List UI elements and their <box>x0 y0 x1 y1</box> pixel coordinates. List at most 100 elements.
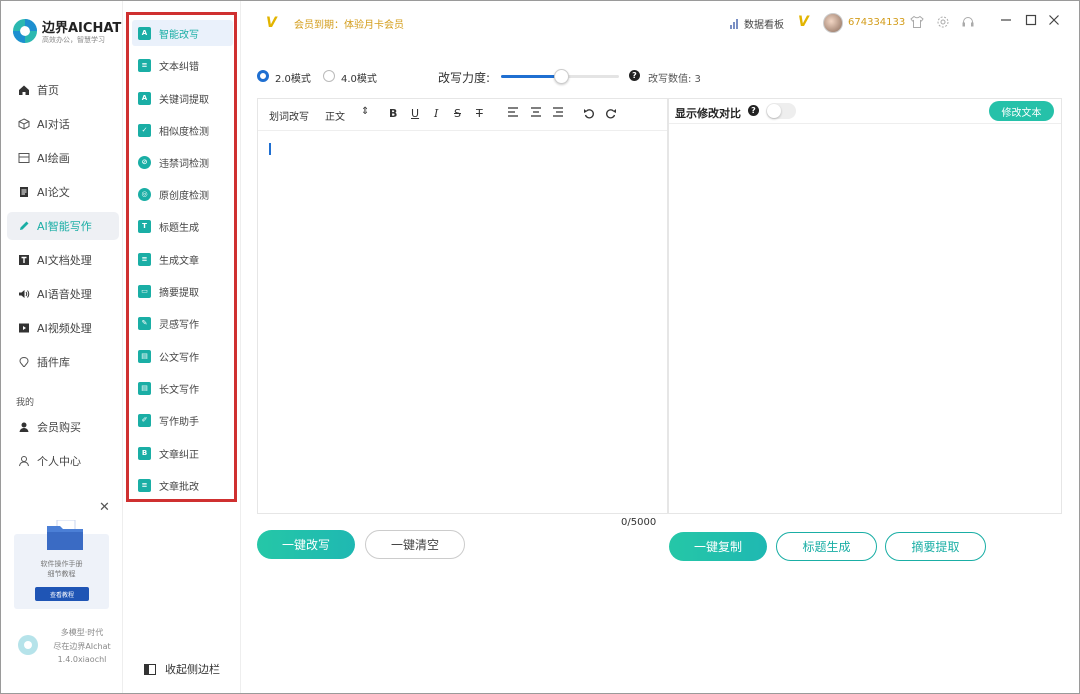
summary-extract-button[interactable]: 摘要提取 <box>885 532 986 561</box>
one-click-rewrite-button[interactable]: 一键改写 <box>257 530 355 559</box>
video-icon <box>17 321 31 335</box>
collapse-sidebar-button[interactable]: 收起侧边栏 <box>144 661 220 677</box>
format-select-arrow-icon[interactable]: ⇕ <box>361 106 369 117</box>
nav-item-label: 首页 <box>37 84 59 97</box>
top-bar: V 会员到期：体验月卡会员 数据看板 V 674334133 <box>242 1 1079 45</box>
vip-crown-icon: V <box>266 15 277 31</box>
nav-item-ai-chat[interactable]: AI对话 <box>7 110 119 138</box>
footer-line2: 尽在边界AIchat <box>53 642 111 651</box>
underline-button[interactable]: U <box>411 107 419 120</box>
redo-icon[interactable] <box>605 107 617 122</box>
edit-text-button[interactable]: 修改文本 <box>989 101 1054 121</box>
home-icon <box>17 83 31 97</box>
nav-item-label: AI语音处理 <box>37 288 92 301</box>
format-select[interactable]: 正文 <box>325 108 345 123</box>
dashboard-link[interactable]: 数据看板 <box>730 16 784 31</box>
footer-logo-icon <box>18 635 38 655</box>
promo-close-icon[interactable]: ✕ <box>99 500 110 515</box>
nav-section-mine: 我的 <box>16 398 35 408</box>
input-editor[interactable]: 划词改写 正文 ⇕ B U I S T <box>257 98 668 514</box>
strength-label: 改写力度: <box>438 71 491 85</box>
nav-item-ai-paper[interactable]: AI论文 <box>7 178 119 206</box>
sidebar-collapse-icon <box>144 663 156 675</box>
clear-format-button[interactable]: T <box>476 107 483 120</box>
mode-2-radio[interactable] <box>257 70 269 82</box>
strength-slider-handle[interactable] <box>554 69 569 84</box>
text-doc-icon <box>17 253 31 267</box>
character-counter: 0/5000 <box>621 517 657 528</box>
tutorial-promo-card: 软件操作手册 细节教程 查看教程 <box>14 520 109 609</box>
nav-item-label: AI论文 <box>37 186 70 199</box>
align-left-icon[interactable] <box>507 107 519 120</box>
vip-status[interactable]: 会员到期：体验月卡会员 <box>294 16 404 31</box>
nav-item-label: AI对话 <box>37 118 70 131</box>
nav-item-ai-document[interactable]: AI文档处理 <box>7 246 119 274</box>
result-pane[interactable]: 显示修改对比 ? 修改文本 <box>668 98 1062 514</box>
highlight-box <box>126 12 237 502</box>
collapse-label: 收起侧边栏 <box>165 663 220 676</box>
text-cursor <box>269 143 271 155</box>
nav-item-ai-video[interactable]: AI视频处理 <box>7 314 119 342</box>
strength-slider[interactable] <box>501 69 619 84</box>
nav-item-membership[interactable]: 会员购买 <box>7 413 119 441</box>
one-click-copy-button[interactable]: 一键复制 <box>669 532 767 561</box>
bold-button[interactable]: B <box>389 107 397 120</box>
settings-gear-icon[interactable] <box>936 15 950 29</box>
help-icon[interactable]: ? <box>629 70 640 81</box>
nav-item-label: 插件库 <box>37 356 70 369</box>
speaker-icon <box>17 287 31 301</box>
close-icon[interactable] <box>1046 13 1062 31</box>
undo-icon[interactable] <box>583 107 595 122</box>
nav-item-personal-center[interactable]: 个人中心 <box>7 447 119 475</box>
aichat-logo-icon <box>13 19 37 43</box>
app-name: 边界AICHAT <box>42 21 122 36</box>
user-id[interactable]: 674334133 <box>848 17 905 28</box>
bar-chart-icon <box>730 18 739 29</box>
nav-item-label: AI智能写作 <box>37 220 92 233</box>
compare-help-icon[interactable]: ? <box>748 105 759 116</box>
align-right-icon[interactable] <box>552 107 564 120</box>
mode-4-radio[interactable] <box>323 70 335 82</box>
compare-toggle[interactable] <box>766 103 796 119</box>
nav-item-label: AI文档处理 <box>37 254 92 267</box>
italic-button[interactable]: I <box>434 107 438 120</box>
nav-item-plugins[interactable]: 插件库 <box>7 348 119 376</box>
one-click-clear-button[interactable]: 一键清空 <box>365 530 465 559</box>
headset-icon[interactable] <box>961 15 975 29</box>
strength-slider-fill <box>501 75 561 78</box>
mode-2-label[interactable]: 2.0模式 <box>275 70 311 85</box>
mode-4-label[interactable]: 4.0模式 <box>341 70 377 85</box>
nav-item-label: AI视频处理 <box>37 322 92 335</box>
minimize-icon[interactable] <box>998 13 1014 31</box>
select-rewrite-button[interactable]: 划词改写 <box>269 108 309 123</box>
nav-item-ai-painting[interactable]: AI绘画 <box>7 144 119 172</box>
nav-item-ai-writing[interactable]: AI智能写作 <box>7 212 119 240</box>
nav-item-label: 会员购买 <box>37 421 81 434</box>
pen-icon <box>17 219 31 233</box>
app-logo[interactable]: 边界AICHAT 高效办公，智慧学习 <box>11 15 121 49</box>
avatar[interactable] <box>823 13 843 33</box>
editor-toolbar: 划词改写 正文 ⇕ B U I S T <box>258 99 667 131</box>
nav-item-ai-voice[interactable]: AI语音处理 <box>7 280 119 308</box>
app-version: 1.4.0xiaochl <box>57 655 107 664</box>
align-center-icon[interactable] <box>530 107 542 120</box>
rewrite-options: 2.0模式 4.0模式 改写力度: ? 改写数值: 3 <box>257 67 1057 87</box>
title-generate-button[interactable]: 标题生成 <box>776 532 877 561</box>
shirt-icon[interactable] <box>910 15 924 29</box>
nav-item-label: AI绘画 <box>37 152 70 165</box>
maximize-icon[interactable] <box>1023 13 1039 31</box>
result-header: 显示修改对比 ? 修改文本 <box>669 99 1061 124</box>
document-icon <box>17 185 31 199</box>
view-tutorial-button[interactable]: 查看教程 <box>35 587 89 601</box>
main-sidebar: 边界AICHAT 高效办公，智慧学习 首页 AI对话 AI绘画 AI论文 AI智… <box>1 1 123 693</box>
strikethrough-button[interactable]: S <box>454 107 461 120</box>
promo-line1: 软件操作手册 <box>40 560 83 568</box>
dashboard-label: 数据看板 <box>744 20 784 31</box>
app-tagline: 高效办公，智慧学习 <box>42 36 105 44</box>
cube-icon <box>17 117 31 131</box>
vip-badge-icon[interactable]: V <box>798 14 809 30</box>
nav-item-label: 个人中心 <box>37 455 81 468</box>
nav-item-home[interactable]: 首页 <box>7 76 119 104</box>
plugin-icon <box>17 355 31 369</box>
picture-icon <box>17 151 31 165</box>
